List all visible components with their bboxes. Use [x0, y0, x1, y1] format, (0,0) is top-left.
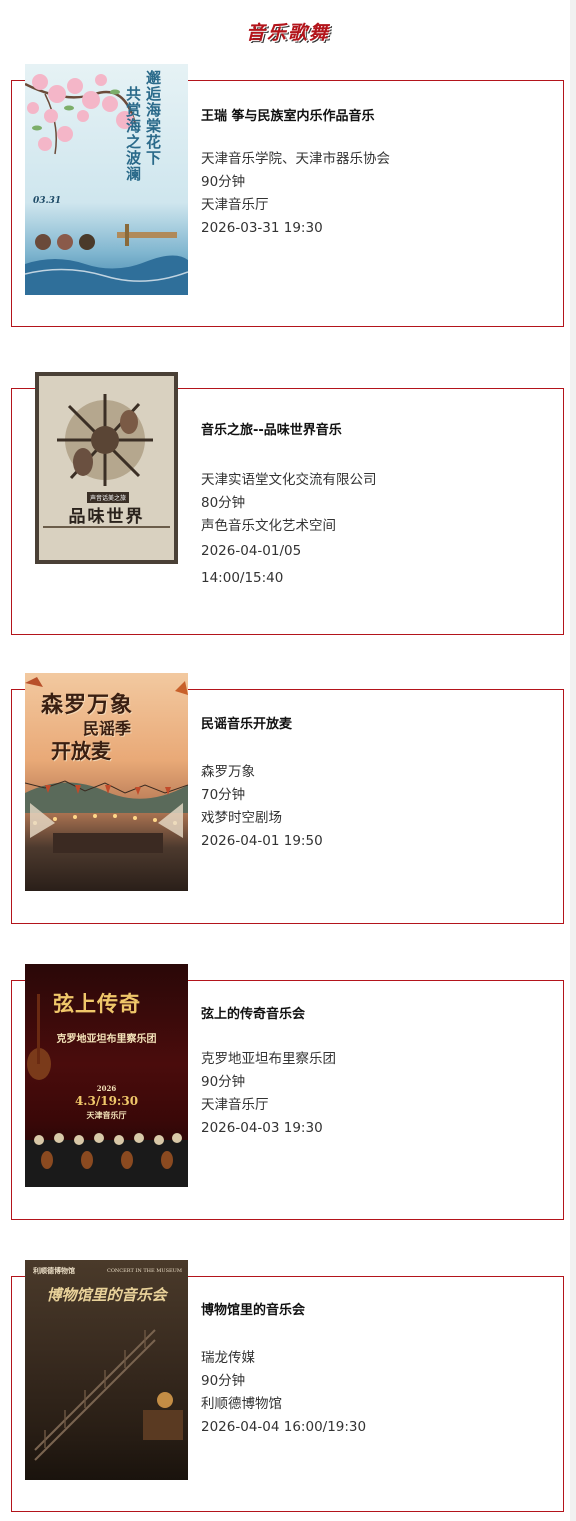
poster-brand: 利顺德博物馆 — [33, 1266, 75, 1275]
event-time: 2026-04-03 19:30 — [201, 1120, 323, 1136]
event-time: 2026-04-01 19:50 — [201, 833, 323, 849]
event-organizer: 天津实语堂文化交流有限公司 — [201, 472, 377, 488]
poster-headline: 品味世界 — [68, 507, 145, 527]
event-poster[interactable]: 邂逅海棠花下 共赏海之波澜 03.31 — [25, 64, 188, 295]
event-title[interactable]: 博物馆里的音乐会 — [201, 1302, 551, 1320]
event-poster[interactable]: 弦上传奇 克罗地亚坦布里察乐团 2026 4.3/19:30 天津音乐厅 — [25, 964, 188, 1187]
event-venue: 天津音乐厅 — [201, 1097, 269, 1113]
poster-headline: 开放麦 — [51, 739, 111, 763]
poster-headline: 博物馆里的音乐会 — [46, 1286, 167, 1304]
event-duration: 90分钟 — [201, 1074, 246, 1090]
event-duration: 90分钟 — [201, 174, 246, 190]
poster-date: 03.31 — [33, 196, 62, 206]
event-venue: 戏梦时空剧场 — [201, 810, 282, 826]
section-title: 音乐歌舞 — [245, 22, 330, 44]
event-duration: 70分钟 — [201, 787, 246, 803]
event-time: 2026-03-31 19:30 — [201, 220, 323, 236]
event-info: 博物馆里的音乐会 瑞龙传媒 90分钟 利顺德博物馆 2026-04-04 16:… — [201, 1302, 551, 1439]
event-title[interactable]: 王瑞 筝与民族室内乐作品音乐 — [201, 108, 551, 126]
event-organizer: 天津音乐学院、天津市器乐协会 — [201, 151, 390, 167]
event-poster[interactable]: 利顺德博物馆 CONCERT IN THE MUSEUM 博物馆里的音乐会 — [25, 1260, 188, 1480]
poster-headline: 邂逅海棠花下 — [144, 70, 162, 166]
event-title[interactable]: 弦上的传奇音乐会 — [201, 1006, 551, 1024]
instruments-illustration — [43, 394, 170, 528]
event-organizer: 克罗地亚坦布里察乐团 — [201, 1051, 336, 1067]
event-info: 弦上的传奇音乐会 克罗地亚坦布里察乐团 90分钟 天津音乐厅 2026-04-0… — [201, 1006, 551, 1140]
poster-subtitle: 克罗地亚坦布里察乐团 — [56, 1034, 157, 1045]
event-organizer: 森罗万象 — [201, 764, 255, 780]
event-date: 2026-04-01/05 — [201, 543, 302, 559]
poster-date: 4.3/19:30 — [74, 1094, 139, 1108]
event-organizer: 瑞龙传媒 — [201, 1350, 255, 1366]
event-poster[interactable]: 森罗万象 民谣季 开放麦 — [25, 673, 188, 891]
poster-headline: 共赏海之波澜 — [124, 86, 142, 182]
poster-headline: 弦上传奇 — [53, 991, 141, 1016]
event-time: 2026-04-04 16:00/19:30 — [201, 1419, 367, 1435]
event-info: 民谣音乐开放麦 森罗万象 70分钟 戏梦时空剧场 2026-04-01 19:5… — [201, 716, 551, 853]
event-venue: 声色音乐文化艺术空间 — [201, 518, 336, 534]
event-title[interactable]: 民谣音乐开放麦 — [201, 716, 551, 734]
poster-year: 2026 — [96, 1084, 117, 1093]
event-time: 14:00/15:40 — [201, 570, 284, 586]
event-duration: 80分钟 — [201, 495, 246, 511]
event-venue: 利顺德博物馆 — [201, 1396, 282, 1412]
poster-venue: 天津音乐厅 — [86, 1110, 127, 1120]
event-info: 音乐之旅--品味世界音乐 天津实语堂文化交流有限公司 80分钟 声色音乐文化艺术… — [201, 422, 551, 592]
event-info: 王瑞 筝与民族室内乐作品音乐 天津音乐学院、天津市器乐协会 90分钟 天津音乐厅… — [201, 108, 551, 240]
event-poster[interactable]: 声音话美之旅 品味世界 — [35, 372, 178, 564]
scrollbar[interactable] — [570, 0, 576, 1521]
event-venue: 天津音乐厅 — [201, 197, 269, 213]
poster-en: CONCERT IN THE MUSEUM — [107, 1268, 182, 1274]
event-title[interactable]: 音乐之旅--品味世界音乐 — [201, 422, 551, 440]
event-duration: 90分钟 — [201, 1373, 246, 1389]
